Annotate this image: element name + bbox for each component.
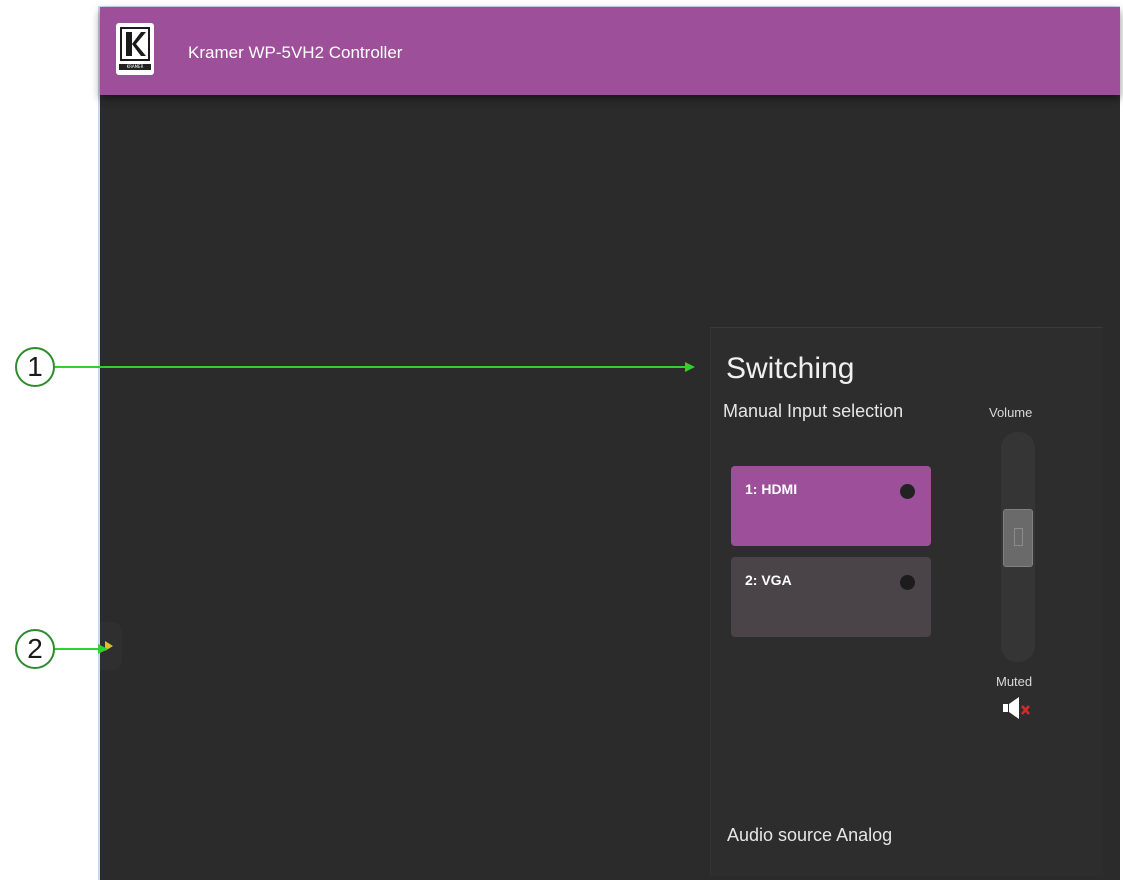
muted-label: Muted	[996, 674, 1033, 689]
callout-1-arrow	[685, 362, 695, 372]
kramer-logo: KRAMER	[116, 23, 154, 75]
input-indicator-hdmi	[900, 484, 915, 499]
input-button-hdmi[interactable]: 1: HDMI	[731, 466, 931, 546]
logo-brand-text: KRAMER	[119, 64, 151, 70]
manual-input-label: Manual Input selection	[723, 401, 904, 421]
switching-panel: Switching Manual Input selection 1: HDMI…	[710, 327, 1103, 876]
input-label-hdmi: 1: HDMI	[745, 481, 798, 497]
section-title: Switching	[726, 352, 855, 385]
callout-2: 2	[15, 629, 55, 669]
grip-icon	[1014, 528, 1023, 546]
volume-label: Volume	[989, 405, 1033, 420]
callout-1: 1	[15, 347, 55, 387]
volume-slider[interactable]	[1001, 432, 1035, 662]
input-indicator-vga	[900, 575, 915, 590]
app-window: KRAMER Kramer WP-5VH2 Controller Switchi…	[98, 6, 1120, 880]
app-title: Kramer WP-5VH2 Controller	[188, 43, 403, 62]
callout-1-line	[55, 366, 687, 368]
input-button-vga[interactable]: 2: VGA	[731, 557, 931, 637]
callout-2-arrow	[98, 644, 108, 654]
input-label-vga: 2: VGA	[745, 572, 792, 588]
audio-source-label: Audio source Analog	[727, 825, 893, 845]
speaker-muted-icon[interactable]	[999, 694, 1035, 722]
volume-slider-thumb[interactable]	[1003, 509, 1033, 567]
header-bar: KRAMER Kramer WP-5VH2 Controller	[100, 7, 1120, 95]
callout-2-line	[55, 648, 99, 650]
